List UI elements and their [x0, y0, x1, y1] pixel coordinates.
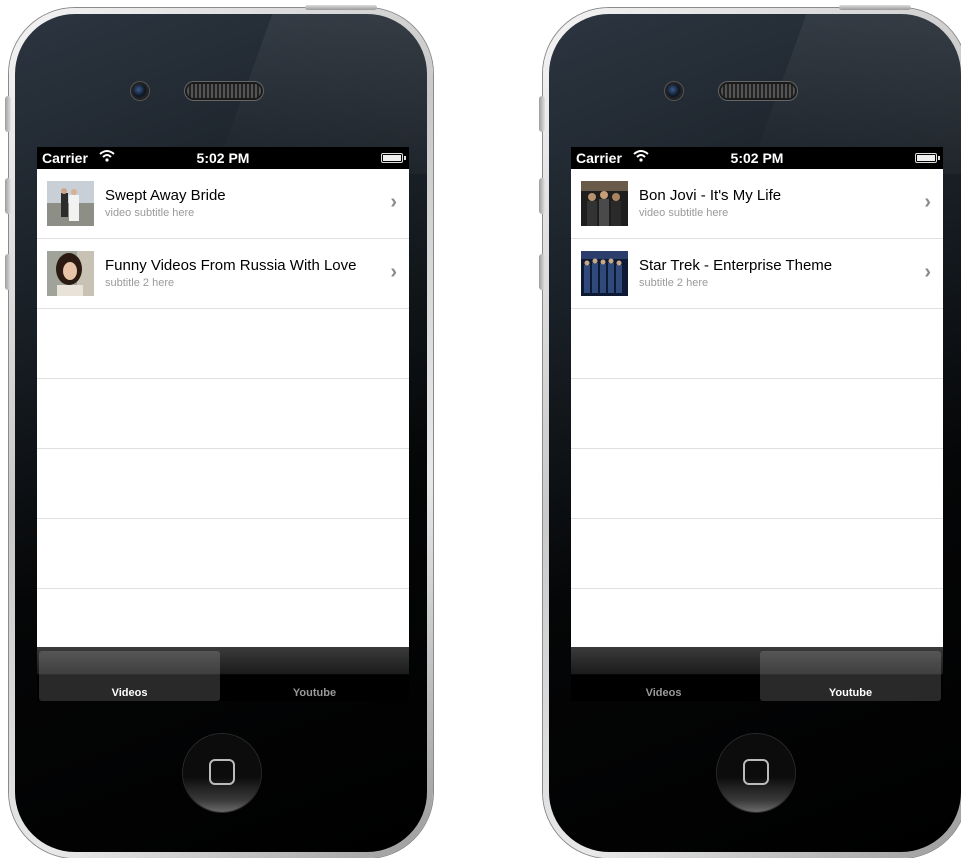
tab-bar: Videos Youtube — [571, 647, 943, 701]
battery-icon — [915, 153, 940, 163]
status-bar: Carrier 5:02 PM — [571, 147, 943, 169]
tab-label: Youtube — [292, 687, 337, 699]
camera-icon — [667, 84, 681, 98]
volume-up-button — [5, 96, 11, 132]
empty-row — [37, 379, 409, 449]
tab-videos[interactable]: Videos — [39, 651, 220, 701]
row-subtitle: video subtitle here — [105, 207, 195, 219]
empty-row — [571, 589, 943, 647]
sleep-button — [305, 5, 377, 10]
tab-label: Videos — [645, 687, 682, 699]
sleep-button — [839, 5, 911, 10]
home-square-icon — [743, 759, 769, 785]
row-title: Bon Jovi - It's My Life — [639, 187, 782, 204]
screen-right: Carrier 5:02 PM Bon Jovi - It's My Life … — [571, 147, 943, 647]
table-row[interactable]: Funny Videos From Russia With Love subti… — [37, 239, 409, 309]
speaker-grille — [721, 84, 795, 98]
mute-switch — [5, 254, 11, 290]
screen-left: Carrier 5:02 PM Swept Away Bride video s… — [37, 147, 409, 647]
empty-row — [571, 449, 943, 519]
band-thumb — [581, 181, 628, 226]
table-row[interactable]: Swept Away Bride video subtitle here › — [37, 169, 409, 239]
row-subtitle: subtitle 2 here — [105, 277, 175, 289]
status-bar: Carrier 5:02 PM — [37, 147, 409, 169]
tab-label: Youtube — [828, 687, 873, 699]
volume-down-button — [539, 178, 545, 214]
empty-row — [37, 589, 409, 647]
status-time: 5:02 PM — [196, 150, 250, 166]
row-title: Swept Away Bride — [105, 187, 226, 204]
empty-row — [37, 309, 409, 379]
mute-switch — [539, 254, 545, 290]
home-square-icon — [209, 759, 235, 785]
crew-thumb — [581, 251, 628, 296]
camera-icon — [133, 84, 147, 98]
tab-videos[interactable]: Videos — [573, 651, 754, 701]
row-title: Funny Videos From Russia With Love — [105, 257, 357, 274]
volume-down-button — [5, 178, 11, 214]
tab-youtube[interactable]: Youtube — [224, 651, 405, 701]
status-time: 5:02 PM — [730, 150, 784, 166]
row-title: Star Trek - Enterprise Theme — [639, 257, 833, 274]
battery-icon — [381, 153, 406, 163]
portrait-thumb — [47, 251, 94, 296]
chevron-right-icon: › — [924, 261, 931, 283]
speaker-grille — [187, 84, 261, 98]
empty-row — [37, 449, 409, 519]
table-row[interactable]: Bon Jovi - It's My Life video subtitle h… — [571, 169, 943, 239]
row-subtitle: video subtitle here — [639, 207, 729, 219]
chevron-right-icon: › — [924, 191, 931, 213]
table-row[interactable]: Star Trek - Enterprise Theme subtitle 2 … — [571, 239, 943, 309]
home-button[interactable] — [183, 734, 261, 812]
volume-up-button — [539, 96, 545, 132]
chevron-right-icon: › — [390, 191, 397, 213]
tab-label: Videos — [111, 687, 148, 699]
empty-row — [37, 519, 409, 589]
empty-row — [571, 309, 943, 379]
empty-row — [571, 379, 943, 449]
empty-row — [571, 519, 943, 589]
home-button[interactable] — [717, 734, 795, 812]
tab-bar: Videos Youtube — [37, 647, 409, 701]
wedding-thumb — [47, 181, 94, 226]
chevron-right-icon: › — [390, 261, 397, 283]
row-subtitle: subtitle 2 here — [639, 277, 709, 289]
tab-youtube[interactable]: Youtube — [760, 651, 941, 701]
